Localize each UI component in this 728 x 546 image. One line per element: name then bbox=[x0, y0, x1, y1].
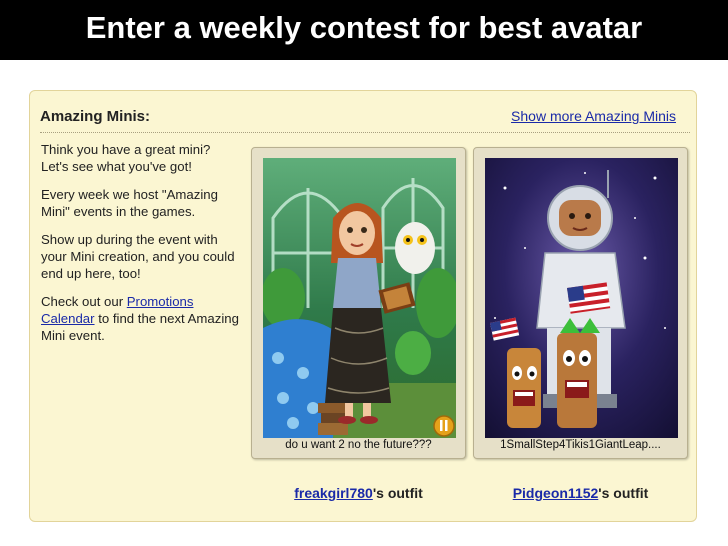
outfit-card-1[interactable]: do u want 2 no the future??? bbox=[251, 147, 466, 459]
intro-paragraph-1: Think you have a great mini? Let's see w… bbox=[41, 142, 211, 174]
owner-suffix-2: 's outfit bbox=[598, 485, 649, 501]
intro-p4-before: Check out our bbox=[41, 294, 127, 309]
outfit-owner-1: freakgirl780's outfit bbox=[251, 485, 466, 501]
outfit-card-2[interactable]: 1SmallStep4Tikis1GiantLeap.... bbox=[473, 147, 688, 459]
intro-paragraph-4: Check out our Promotions Calendar to fin… bbox=[41, 293, 241, 344]
intro-paragraph-3: Show up during the event with your Mini … bbox=[41, 232, 235, 281]
panel-header: Amazing Minis: Show more Amazing Minis bbox=[40, 99, 690, 133]
slide-title: Enter a weekly contest for best avatar bbox=[0, 0, 728, 60]
panel-title: Amazing Minis: bbox=[40, 108, 151, 125]
amazing-minis-panel: Amazing Minis: Show more Amazing Minis T… bbox=[29, 90, 697, 522]
intro-text: Think you have a great mini? Let's see w… bbox=[41, 141, 241, 355]
owner-link-pidgeon1152[interactable]: Pidgeon1152 bbox=[513, 485, 599, 501]
astronaut-avatar-image[interactable] bbox=[485, 158, 678, 438]
show-more-amazing-minis-link[interactable]: Show more Amazing Minis bbox=[511, 108, 676, 124]
outfit-caption-1: do u want 2 no the future??? bbox=[285, 439, 432, 451]
owner-link-freakgirl780[interactable]: freakgirl780 bbox=[294, 485, 373, 501]
outfit-caption-2: 1SmallStep4Tikis1GiantLeap.... bbox=[500, 439, 661, 451]
owner-suffix-1: 's outfit bbox=[372, 485, 423, 501]
outfit-owner-2: Pidgeon1152's outfit bbox=[473, 485, 688, 501]
fortune-teller-avatar-image[interactable] bbox=[263, 158, 456, 438]
intro-paragraph-2: Every week we host "Amazing Mini" events… bbox=[41, 187, 218, 219]
